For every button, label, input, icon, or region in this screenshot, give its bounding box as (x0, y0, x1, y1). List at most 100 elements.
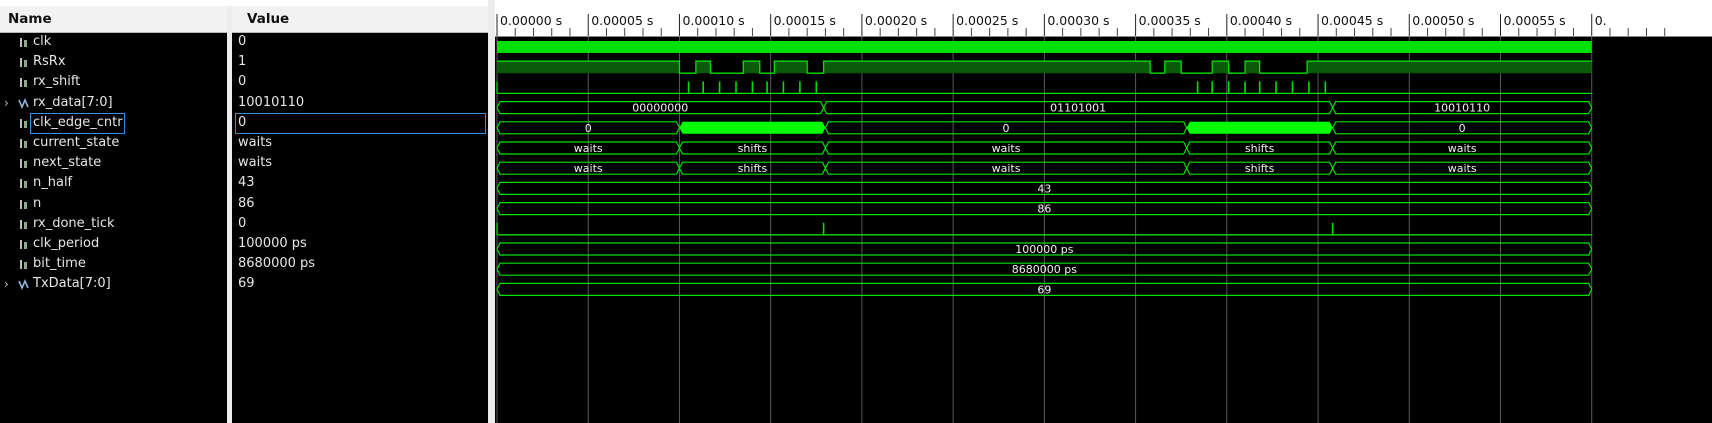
value-row[interactable]: 100000 ps (232, 233, 488, 255)
bus-busy-segment (1186, 121, 1333, 134)
signal-name: bit_time (33, 256, 86, 272)
bus-value-label: waits (992, 142, 1021, 155)
expand-chevron-icon[interactable]: › (4, 92, 14, 114)
value-row[interactable]: 0 (232, 71, 488, 93)
bus-value-label: 69 (1037, 283, 1051, 296)
signal-name: rx_done_tick (33, 215, 115, 231)
expand-chevron-icon[interactable]: › (4, 273, 14, 295)
signal-value: 8680000 ps (238, 256, 316, 272)
signal-row[interactable]: RsRx (0, 51, 227, 73)
wave-rsrx[interactable] (497, 60, 1592, 74)
bit-signal-icon (20, 179, 27, 189)
time-ruler[interactable]: 0.00000 s 0.00005 s 0.00010 s 0.00015 s 0.00… (495, 0, 1712, 37)
signal-value: 0 (238, 34, 247, 49)
ruler-tick-label: 0.00015 s (774, 13, 836, 28)
ruler-tick-label: 0.00040 s (1230, 13, 1292, 28)
wave-n-half[interactable]: 43 (496, 181, 1593, 195)
value-row[interactable]: 0 (232, 31, 488, 53)
value-row[interactable]: 8680000 ps (232, 253, 488, 275)
signal-row[interactable]: › rx_data[7:0] (0, 92, 227, 114)
signal-row[interactable]: rx_shift (0, 71, 227, 93)
signal-row[interactable]: rx_done_tick (0, 213, 227, 235)
waveform-viewer: Name clk RsRx rx_shift › rx_data[7:0] clk_edg… (0, 0, 1712, 423)
bit-signal-icon (20, 240, 27, 249)
value-row[interactable]: 69 (232, 273, 488, 295)
value-header-label: Value (247, 11, 290, 27)
ruler-tick-label: 0.00050 s (1412, 13, 1474, 28)
signal-row[interactable]: current_state (0, 132, 227, 154)
value-row[interactable]: 86 (232, 193, 488, 215)
signal-value: waits (238, 135, 273, 150)
signal-row[interactable]: clk_edge_cntr (0, 112, 227, 134)
signal-value-column: Value 0 1 0 10010110 0 waits waits 43 86 0 100000 … (232, 6, 488, 423)
wave-txdata-7-0-[interactable]: 69 (496, 282, 1593, 296)
signal-value: 10010110 (238, 94, 305, 110)
bus-signal-icon (18, 279, 29, 291)
high-fill (1212, 61, 1229, 74)
bus-value-label: 86 (1037, 203, 1051, 216)
high-fill (1164, 61, 1182, 74)
pane-splitter[interactable] (488, 0, 495, 423)
value-row[interactable]: 1 (232, 51, 488, 73)
signal-row[interactable]: n (0, 193, 227, 215)
ruler-tick-label: 0.00005 s (591, 13, 653, 28)
signal-name: TxData[7:0] (33, 276, 111, 292)
value-column-header[interactable]: Value (232, 6, 488, 33)
value-row[interactable]: waits (232, 132, 488, 154)
signal-name: clk (33, 34, 52, 49)
bus-signal-icon (18, 97, 29, 109)
selection-box (235, 112, 486, 134)
signal-name: RsRx (33, 54, 66, 70)
bit-signal-icon (20, 159, 27, 169)
wave-bit-time[interactable]: 8680000 ps (496, 262, 1593, 276)
ruler-tick-label: 0. (1595, 13, 1607, 28)
signal-value: 1 (238, 54, 247, 70)
value-row[interactable]: 0 (232, 112, 488, 134)
signal-row[interactable]: n_half (0, 172, 227, 194)
high-fill (743, 61, 760, 74)
signal-value: 69 (238, 276, 255, 292)
ruler-tick-label: 0.00055 s (1504, 13, 1566, 28)
high-fill (823, 61, 1151, 74)
clock-trace (497, 41, 1592, 53)
value-row[interactable]: 0 (232, 213, 488, 235)
bit-signal-icon (20, 78, 27, 88)
signal-name: n_half (33, 175, 73, 191)
signal-name: clk_period (33, 236, 100, 251)
signal-value: 0 (238, 114, 247, 130)
bit-signal-icon (20, 58, 27, 68)
signal-value: 0 (238, 74, 247, 90)
bus-busy-segment (679, 121, 826, 134)
value-row[interactable]: 43 (232, 172, 488, 194)
signal-name: rx_shift (33, 74, 81, 90)
bus-value-label: 00000000 (632, 102, 688, 115)
signal-row[interactable]: clk_period (0, 233, 227, 255)
bus-value-label: 01101001 (1050, 102, 1106, 115)
wave-clk[interactable] (497, 41, 1592, 53)
signal-row[interactable]: clk (0, 31, 227, 53)
bus-value-label: shifts (738, 162, 768, 175)
waveform-pane[interactable]: 0.00000 s 0.00005 s 0.00010 s 0.00015 s 0.00… (495, 0, 1712, 423)
ruler-tick-label: 0.00000 s (500, 13, 562, 28)
signal-value: 100000 ps (238, 236, 307, 251)
selection-box (30, 112, 125, 134)
ruler-tick-label: 0.00035 s (1139, 13, 1201, 28)
bus-value-label: 0 (1459, 122, 1466, 135)
bus-value-label: 8680000 ps (1012, 263, 1077, 276)
signal-row[interactable]: bit_time (0, 253, 227, 275)
value-row[interactable]: 10010110 (232, 92, 488, 114)
high-fill (1307, 61, 1592, 74)
signal-row[interactable]: › TxData[7:0] (0, 273, 227, 295)
ruler-tick-label: 0.00025 s (956, 13, 1018, 28)
name-column-header[interactable]: Name (0, 6, 227, 33)
ruler-tick-label: 0.00020 s (865, 13, 927, 28)
value-row[interactable]: waits (232, 152, 488, 174)
signal-row[interactable]: next_state (0, 152, 227, 174)
wave-n[interactable]: 86 (496, 202, 1593, 216)
name-header-label: Name (8, 11, 52, 27)
wave-clk-period[interactable]: 100000 ps (496, 242, 1593, 256)
signal-value: 86 (238, 195, 255, 211)
high-fill (1245, 61, 1260, 74)
waveform-canvas[interactable]: 00000000 01101001 10010110 0 0 0 waits shifts wa… (495, 37, 1712, 423)
signal-value: 43 (238, 175, 255, 191)
